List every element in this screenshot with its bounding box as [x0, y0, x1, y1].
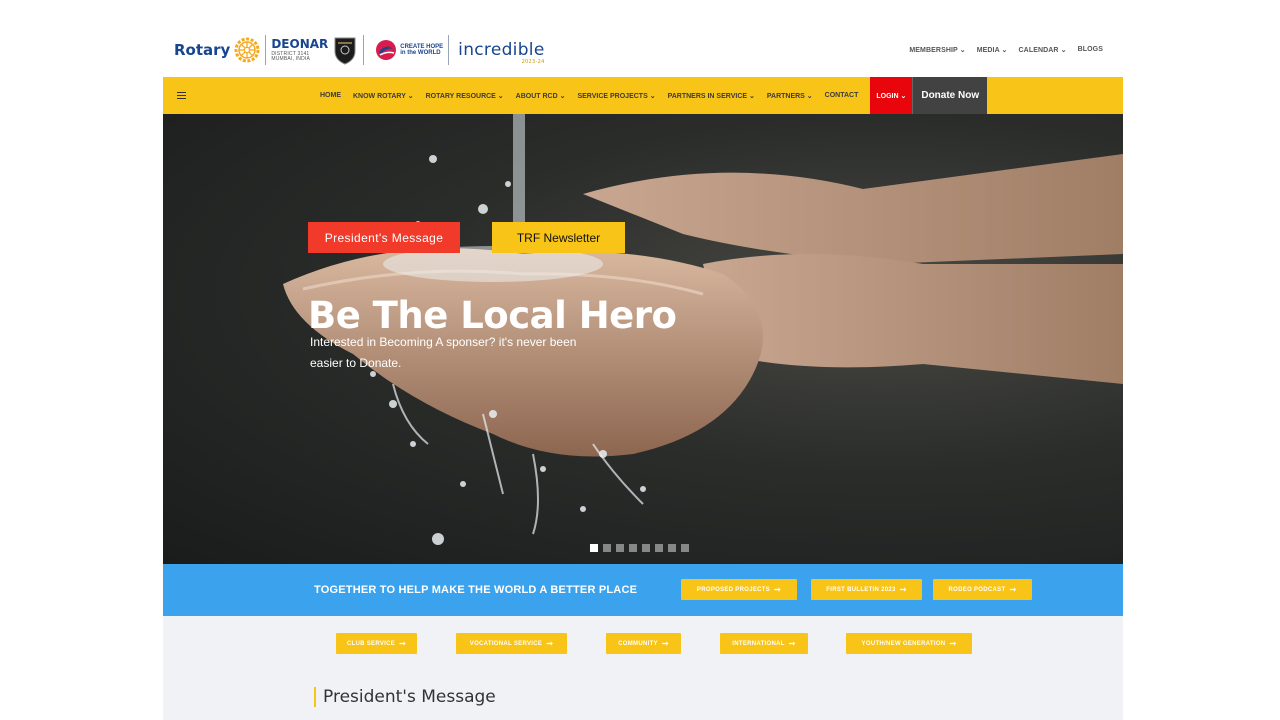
trf-newsletter-button[interactable]: TRF Newsletter	[492, 222, 625, 253]
community-button[interactable]: COMMUNITY ➞	[606, 633, 681, 654]
top-nav-membership[interactable]: MEMBERSHIP ⌄	[909, 46, 965, 54]
slider-dot-2[interactable]	[603, 544, 611, 552]
nav-about-rcd[interactable]: ABOUT RCD ⌄	[516, 92, 566, 100]
hero-slider: President's Message TRF Newsletter Be Th…	[163, 114, 1123, 564]
hero-subtitle: Interested in Becoming A sponser? it's n…	[310, 335, 577, 370]
incredible-text: incredible	[458, 40, 545, 60]
arrow-right-icon: ➞	[1009, 584, 1017, 594]
services-section: CLUB SERVICE ➞ VOCATIONAL SERVICE ➞ COMMUN…	[163, 616, 1123, 720]
youth-new-generation-button[interactable]: YOUTH/NEW GENERATION ➞	[846, 633, 972, 654]
call-to-action-band: TOGETHER TO HELP MAKE THE WORLD A BETTER…	[163, 564, 1123, 616]
district-logo: DEONAR DISTRICT 3141 MUMBAI, INDIA	[271, 38, 328, 62]
chevron-down-icon: ⌄	[1060, 47, 1067, 54]
login-button[interactable]: LOGIN ⌄	[870, 77, 913, 114]
arrow-right-icon: ➞	[899, 584, 907, 594]
logo-group[interactable]: Rotary DEONAR DISTRICT 3141 MUMBAI, INDI…	[163, 35, 545, 65]
hope-line2: in the WORLD	[400, 50, 441, 56]
district-sub2: MUMBAI, INDIA	[271, 56, 311, 62]
incredible-year: 2023-24	[521, 59, 545, 65]
band-tagline: TOGETHER TO HELP MAKE THE WORLD A BETTER…	[314, 584, 638, 596]
page: Rotary DEONAR DISTRICT 3141 MUMBAI, INDI…	[0, 0, 1280, 720]
top-nav-media[interactable]: MEDIA ⌄	[977, 46, 1008, 54]
main-nav-links: HOME KNOW ROTARY ⌄ ROTARY RESOURCE ⌄ ABO…	[320, 77, 988, 114]
nav-partners[interactable]: PARTNERS ⌄	[767, 92, 813, 100]
arrow-right-icon: ➞	[661, 638, 669, 648]
nav-service-projects[interactable]: SERVICE PROJECTS ⌄	[577, 92, 655, 100]
international-button[interactable]: INTERNATIONAL ➞	[720, 633, 808, 654]
rotary-logo-text: Rotary	[174, 41, 231, 59]
slider-dot-1[interactable]	[590, 544, 598, 552]
slider-dot-6[interactable]	[655, 544, 663, 552]
club-crest-icon	[334, 37, 356, 65]
donate-now-button[interactable]: Donate Now	[912, 77, 988, 114]
arrow-right-icon: ➞	[399, 638, 407, 648]
hero-title: Be The Local Hero	[308, 294, 677, 337]
logo-divider-3	[448, 35, 450, 65]
slider-dot-8[interactable]	[681, 544, 689, 552]
top-nav-calendar[interactable]: CALENDAR ⌄	[1019, 46, 1067, 54]
nav-know-rotary[interactable]: KNOW ROTARY ⌄	[353, 92, 414, 100]
chevron-down-icon: ⌄	[959, 47, 966, 54]
arrow-right-icon: ➞	[546, 638, 554, 648]
logo-divider-2	[363, 35, 365, 65]
logo-divider	[265, 35, 267, 65]
top-header: Rotary DEONAR DISTRICT 3141 MUMBAI, INDI…	[163, 28, 1123, 72]
rodeo-podcast-button[interactable]: RODEO PODCAST ➞	[933, 579, 1032, 600]
hero-image	[283, 114, 1123, 545]
proposed-projects-button[interactable]: PROPOSED PROJECTS ➞	[681, 579, 797, 600]
vocational-service-button[interactable]: VOCATIONAL SERVICE ➞	[456, 633, 567, 654]
nav-rotary-resource[interactable]: ROTARY RESOURCE ⌄	[426, 92, 504, 100]
slider-dot-4[interactable]	[629, 544, 637, 552]
arrow-right-icon: ➞	[774, 584, 782, 594]
slider-dots	[590, 544, 689, 552]
nav-partners-in-service[interactable]: PARTNERS IN SERVICE ⌄	[668, 92, 755, 100]
top-nav-blogs[interactable]: BLOGS	[1078, 46, 1103, 54]
chevron-down-icon: ⌄	[1001, 47, 1008, 54]
slider-dot-3[interactable]	[616, 544, 624, 552]
arrow-right-icon: ➞	[949, 638, 957, 648]
presidents-message-button[interactable]: President's Message	[308, 222, 460, 253]
club-service-button[interactable]: CLUB SERVICE ➞	[336, 633, 417, 654]
first-bulletin-button[interactable]: FIRST BULLETIN 2023 ➞	[811, 579, 922, 600]
section-title-presidents-message: President's Message	[314, 687, 496, 707]
nav-home[interactable]: HOME	[320, 92, 341, 99]
top-nav: MEMBERSHIP ⌄ MEDIA ⌄ CALENDAR ⌄ BLOGS	[909, 46, 1103, 54]
nav-contact[interactable]: CONTACT	[825, 92, 859, 99]
rotary-wheel-icon	[234, 37, 260, 63]
district-title: DEONAR	[271, 37, 329, 51]
incredible-logo: incredible 2023-24	[458, 40, 545, 65]
hamburger-icon[interactable]	[177, 92, 186, 99]
main-nav: HOME KNOW ROTARY ⌄ ROTARY RESOURCE ⌄ ABO…	[163, 77, 1123, 114]
slider-dot-7[interactable]	[668, 544, 676, 552]
slider-dot-5[interactable]	[642, 544, 650, 552]
create-hope-logo: CREATE HOPE in the WORLD	[375, 39, 443, 61]
arrow-right-icon: ➞	[788, 638, 796, 648]
create-hope-icon	[376, 40, 397, 60]
